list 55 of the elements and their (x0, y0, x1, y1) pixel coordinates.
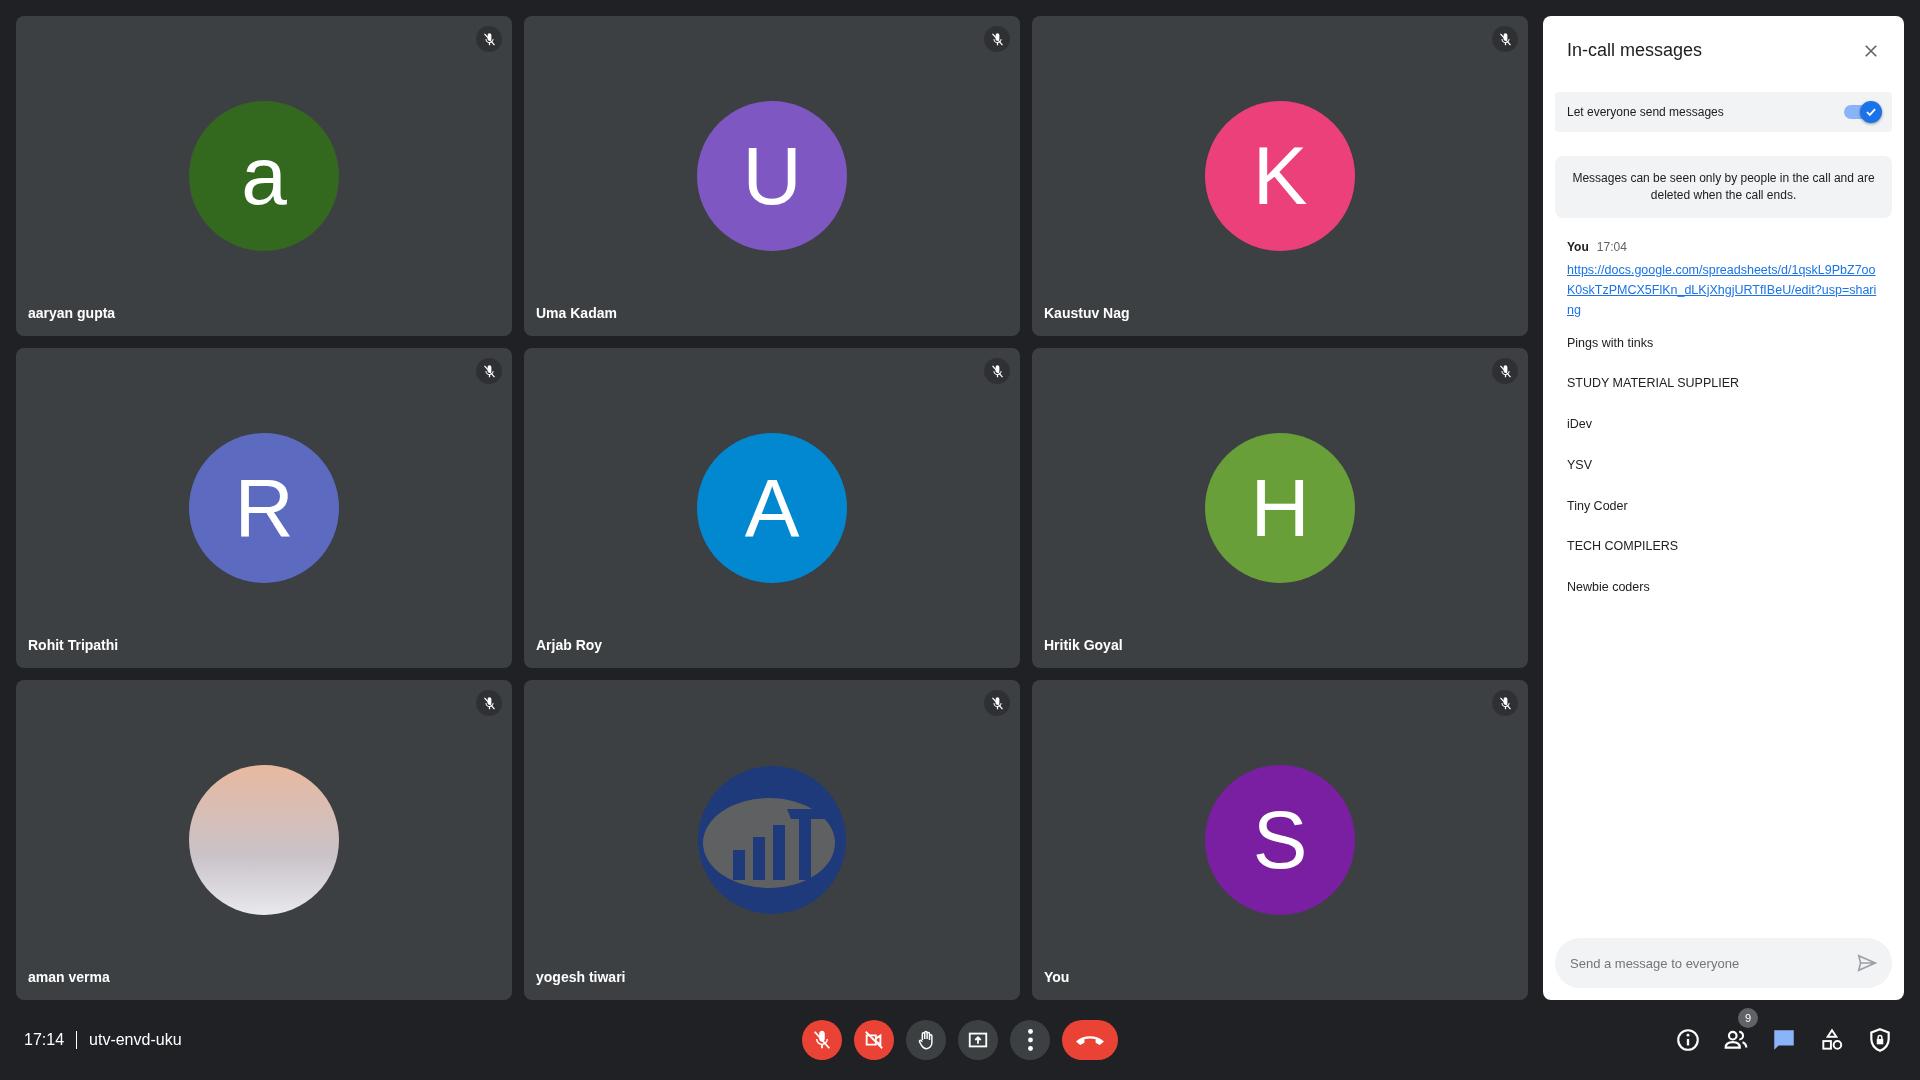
participant-name: Hritik Goyal (1044, 636, 1123, 655)
mic-off-icon (481, 31, 497, 47)
avatar-initial: U (697, 101, 847, 251)
participant-name: You (1044, 968, 1070, 987)
end-call-button[interactable] (1062, 1020, 1118, 1060)
message-text: TECH COMPILERS (1567, 538, 1680, 556)
mic-off-icon (989, 31, 1005, 47)
camera-button[interactable] (854, 1020, 894, 1060)
mic-off-icon (481, 695, 497, 711)
mic-off-icon (481, 363, 497, 379)
more-options-button[interactable] (1010, 1020, 1050, 1060)
present-button[interactable] (958, 1020, 998, 1060)
raise-hand-button[interactable] (906, 1020, 946, 1060)
clock-time: 17:14 (24, 1030, 65, 1050)
phone-icon (1076, 1035, 1104, 1045)
message-text: Pings with tinks (1567, 334, 1655, 352)
panel-title: In-call messages (1567, 38, 1703, 62)
message-text: Tiny Coder (1567, 497, 1629, 515)
message-input[interactable]: Send a message to everyone (1555, 938, 1892, 988)
more-icon (1027, 1029, 1033, 1051)
participant-name: aaryan gupta (28, 304, 116, 323)
participant-name: Rohit Tripathi (28, 636, 119, 655)
mic-off-icon (989, 695, 1005, 711)
participant-name: aman verma (28, 968, 110, 987)
participant-name: Arjab Roy (536, 636, 603, 655)
participant-name: Uma Kadam (536, 304, 617, 323)
notice-text: Messages can be seen only by people in the call and are deleted when the call ends. (1555, 156, 1892, 218)
participant-name: Kaustuv Nag (1044, 304, 1130, 323)
meeting-code: utv-envd-uku (89, 1030, 182, 1050)
message-sender: You (1567, 238, 1589, 256)
mic-off-icon (1497, 31, 1513, 47)
mic-off-icon (989, 363, 1005, 379)
message-text: YSV (1567, 456, 1593, 474)
message-text: Newbie coders (1567, 579, 1651, 597)
info-icon (1675, 1027, 1701, 1053)
shapes-icon (1819, 1027, 1845, 1053)
avatar-initial: S (1205, 765, 1355, 915)
avatar-initial: a (189, 101, 339, 251)
toggle-label: Let everyone send messages (1567, 104, 1724, 121)
mic-off-icon (1497, 695, 1513, 711)
message-text: STUDY MATERIAL SUPPLIER (1567, 375, 1741, 393)
microphone-button[interactable] (802, 1020, 842, 1060)
mic-off-icon (811, 1029, 833, 1051)
participant-name: yogesh tiwari (536, 968, 626, 987)
message-link[interactable]: https://docs.google.com/spreadsheets/d/1qskL9PbZ7ooK0skTzPMCX5FlKn_dLKjXhgjURTfIBeU/edit?usp=sharing (1567, 259, 1880, 320)
avatar-initial: A (697, 433, 847, 583)
avatar-initial: R (189, 433, 339, 583)
message-text: iDev (1567, 416, 1593, 434)
message-time: 17:04 (1596, 238, 1627, 256)
camera-off-icon (863, 1029, 885, 1051)
mic-off-icon (1497, 363, 1513, 379)
avatar-initial: K (1205, 101, 1355, 251)
avatar-initial: H (1205, 433, 1355, 583)
shield-lock-icon (1867, 1027, 1893, 1053)
participant-count: 9 (1738, 1008, 1758, 1028)
